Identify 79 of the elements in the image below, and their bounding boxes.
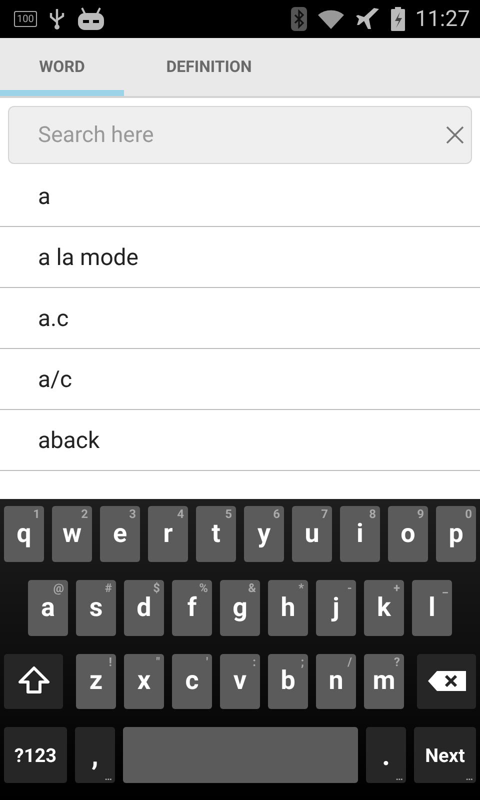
key-hint: 2 bbox=[81, 507, 88, 521]
airplane-icon bbox=[355, 7, 382, 31]
key[interactable]: g & bbox=[220, 580, 260, 636]
key-hint: % bbox=[199, 580, 208, 595]
tab[interactable]: WORD bbox=[0, 38, 124, 96]
key-hint: - bbox=[347, 580, 352, 595]
key-hint: 5 bbox=[225, 507, 232, 521]
key-hint: … bbox=[396, 772, 403, 783]
word-row[interactable]: a la mode bbox=[0, 227, 480, 288]
key-hint: @ bbox=[53, 580, 64, 595]
search-field[interactable]: Search here bbox=[8, 106, 472, 164]
key-hint: " bbox=[156, 654, 160, 668]
key-hint: / bbox=[348, 654, 352, 668]
tab[interactable]: DEFINITION bbox=[124, 38, 294, 96]
backspace-icon bbox=[426, 670, 466, 692]
key-hint: … bbox=[466, 772, 473, 783]
battery-charging-icon bbox=[391, 7, 406, 31]
key[interactable]: l _ bbox=[412, 580, 452, 636]
key-hint: * bbox=[298, 580, 304, 595]
key[interactable]: a @ bbox=[28, 580, 68, 636]
key[interactable]: r 4 bbox=[148, 506, 188, 562]
key[interactable]: j - bbox=[316, 580, 356, 636]
key-hint: 3 bbox=[129, 507, 136, 521]
key[interactable]: h * bbox=[268, 580, 308, 636]
key[interactable]: i 8 bbox=[340, 506, 380, 562]
key[interactable]: t 5 bbox=[196, 506, 236, 562]
key[interactable]: q 1 bbox=[4, 506, 44, 562]
key[interactable]: . … bbox=[366, 727, 406, 783]
key[interactable]: m ? bbox=[364, 654, 404, 710]
key-hint: 6 bbox=[273, 507, 280, 521]
key-hint: _ bbox=[442, 580, 448, 595]
key-hint: + bbox=[393, 580, 400, 595]
key-hint: ? bbox=[394, 654, 400, 668]
key-hint: & bbox=[248, 580, 256, 595]
key-hint: … bbox=[104, 772, 112, 783]
key[interactable]: x " bbox=[124, 654, 164, 710]
key-hint: 7 bbox=[321, 507, 328, 521]
word-row[interactable]: aback bbox=[0, 410, 480, 471]
usb-icon bbox=[48, 8, 65, 30]
key-hint: 8 bbox=[369, 507, 376, 521]
key[interactable]: z ! bbox=[76, 654, 116, 710]
key-hint: 4 bbox=[177, 507, 184, 521]
key[interactable]: v : bbox=[220, 654, 260, 710]
key-hint: 9 bbox=[417, 507, 424, 521]
key-hint: $ bbox=[153, 580, 160, 595]
close-icon[interactable] bbox=[445, 125, 465, 145]
wifi-icon bbox=[317, 8, 346, 30]
bluetooth-icon bbox=[291, 7, 308, 31]
key-hint: ! bbox=[108, 654, 112, 668]
key[interactable]: y 6 bbox=[244, 506, 284, 562]
robot-icon bbox=[76, 7, 105, 31]
key-hint: 0 bbox=[465, 507, 472, 521]
key-hint: : bbox=[252, 654, 256, 668]
key[interactable]: c ' bbox=[172, 654, 212, 710]
key[interactable]: b ; bbox=[268, 654, 308, 710]
symbols-key[interactable]: ?123 bbox=[4, 727, 67, 783]
key-hint: ; bbox=[300, 654, 304, 668]
key[interactable]: w 2 bbox=[52, 506, 92, 562]
key-hint: ' bbox=[206, 654, 208, 668]
key-hint: # bbox=[104, 580, 112, 595]
next-key[interactable]: Next … bbox=[414, 727, 476, 783]
word-row[interactable]: a/c bbox=[0, 349, 480, 410]
clock: 11:27 bbox=[415, 6, 470, 32]
key-hint: 1 bbox=[33, 507, 40, 521]
key[interactable]: e 3 bbox=[100, 506, 140, 562]
key[interactable]: k + bbox=[364, 580, 404, 636]
key[interactable]: p 0 bbox=[436, 506, 476, 562]
battery-level-icon: 100 bbox=[14, 11, 37, 27]
word-row[interactable]: a bbox=[0, 166, 480, 227]
key[interactable]: d $ bbox=[124, 580, 164, 636]
key[interactable]: , … bbox=[75, 727, 115, 783]
word-row[interactable]: a.c bbox=[0, 288, 480, 349]
key[interactable]: o 9 bbox=[388, 506, 428, 562]
key[interactable]: u 7 bbox=[292, 506, 332, 562]
key[interactable]: s # bbox=[76, 580, 116, 636]
shift-key[interactable] bbox=[4, 654, 63, 710]
backspace-key[interactable] bbox=[417, 654, 476, 710]
key[interactable]: f % bbox=[172, 580, 212, 636]
key[interactable]: n / bbox=[316, 654, 356, 710]
